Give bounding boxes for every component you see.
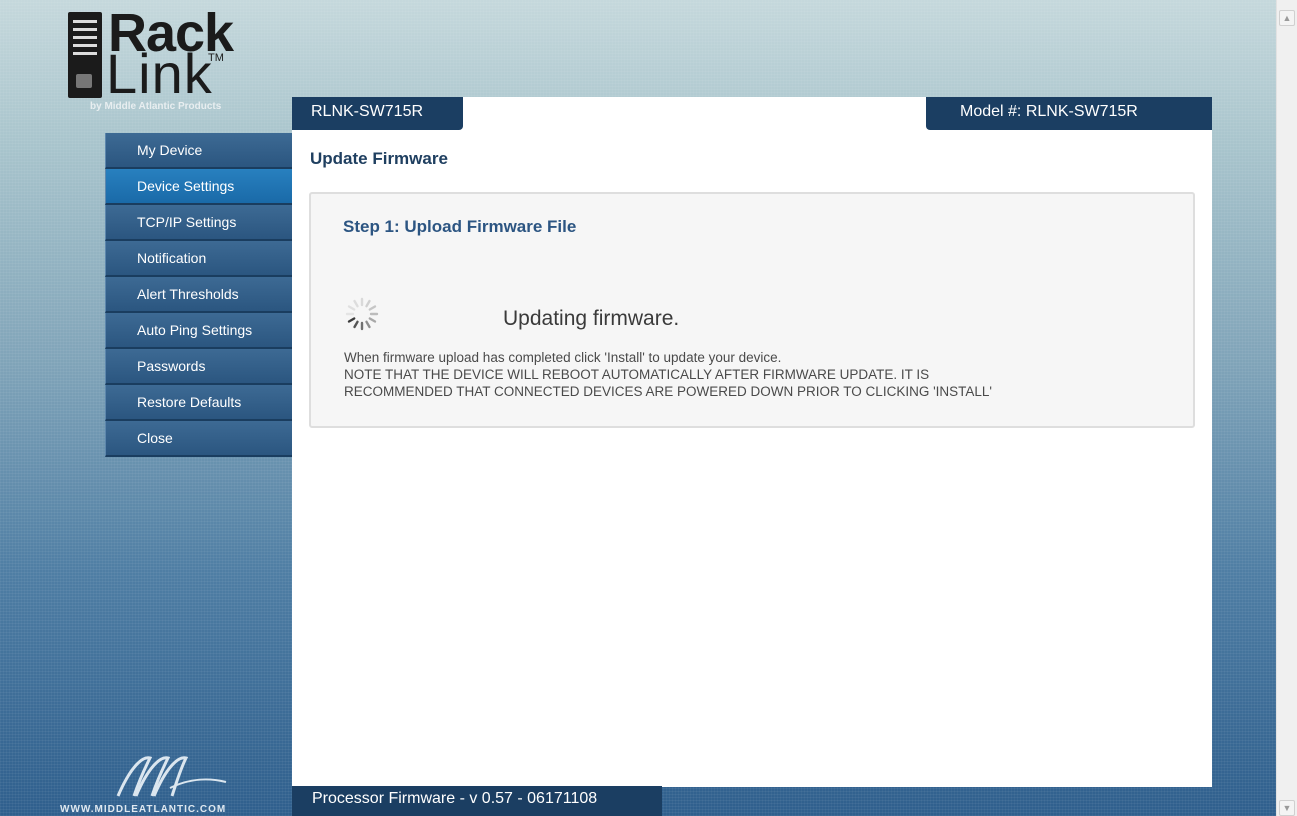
page-title: Update Firmware [310, 149, 448, 168]
sidebar-item-auto-ping-settings[interactable]: Auto Ping Settings [105, 313, 292, 349]
middle-atlantic-logo: WWW.MIDDLEATLANTIC.COM [60, 748, 290, 816]
vertical-scrollbar[interactable]: ▲ ▼ [1276, 0, 1297, 816]
sidebar-item-device-settings[interactable]: Device Settings [105, 169, 292, 205]
scroll-down-arrow-icon[interactable]: ▼ [1279, 800, 1295, 816]
sidebar-item-my-device[interactable]: My Device [105, 133, 292, 169]
device-name-tab: RLNK-SW715R [292, 97, 463, 130]
firmware-version-bar: Processor Firmware - v 0.57 - 06171108 [292, 786, 662, 816]
logo-byline: by Middle Atlantic Products [90, 101, 222, 112]
rack-tower-icon [68, 12, 102, 98]
sidebar-item-restore-defaults[interactable]: Restore Defaults [105, 385, 292, 421]
info-line-3: RECOMMENDED THAT CONNECTED DEVICES ARE P… [344, 384, 992, 399]
sidebar-item-tcpip-settings[interactable]: TCP/IP Settings [105, 205, 292, 241]
sidebar-item-close[interactable]: Close [105, 421, 292, 457]
website-url: WWW.MIDDLEATLANTIC.COM [60, 804, 227, 815]
step-title: Step 1: Upload Firmware File [343, 217, 577, 236]
header-tabbar: RLNK-SW715R Model #: RLNK-SW715R [292, 97, 1212, 130]
firmware-status-text: Updating firmware. [503, 307, 680, 330]
middle-atlantic-emblem-icon [116, 756, 227, 797]
sidebar-nav: My Device Device Settings TCP/IP Setting… [105, 133, 292, 457]
upload-step-panel: Step 1: Upload Firmware File Updating fi… [309, 192, 1195, 428]
loading-spinner-icon [345, 297, 379, 331]
logo-word-link: Link [106, 42, 213, 105]
firmware-info-text: When firmware upload has completed click… [344, 349, 1184, 400]
sidebar-item-notification[interactable]: Notification [105, 241, 292, 277]
logo-trademark: TM [208, 52, 224, 64]
page-background: Rack Link TM by Middle Atlantic Products… [0, 0, 1276, 816]
scroll-up-arrow-icon[interactable]: ▲ [1279, 10, 1295, 26]
sidebar-item-alert-thresholds[interactable]: Alert Thresholds [105, 277, 292, 313]
info-line-1: When firmware upload has completed click… [344, 350, 782, 365]
main-panel: RLNK-SW715R Model #: RLNK-SW715R Update … [292, 97, 1212, 787]
sidebar-item-passwords[interactable]: Passwords [105, 349, 292, 385]
info-line-2: NOTE THAT THE DEVICE WILL REBOOT AUTOMAT… [344, 367, 930, 382]
racklink-logo: Rack Link TM by Middle Atlantic Products [62, 6, 292, 126]
model-number-tab: Model #: RLNK-SW715R [926, 97, 1212, 130]
